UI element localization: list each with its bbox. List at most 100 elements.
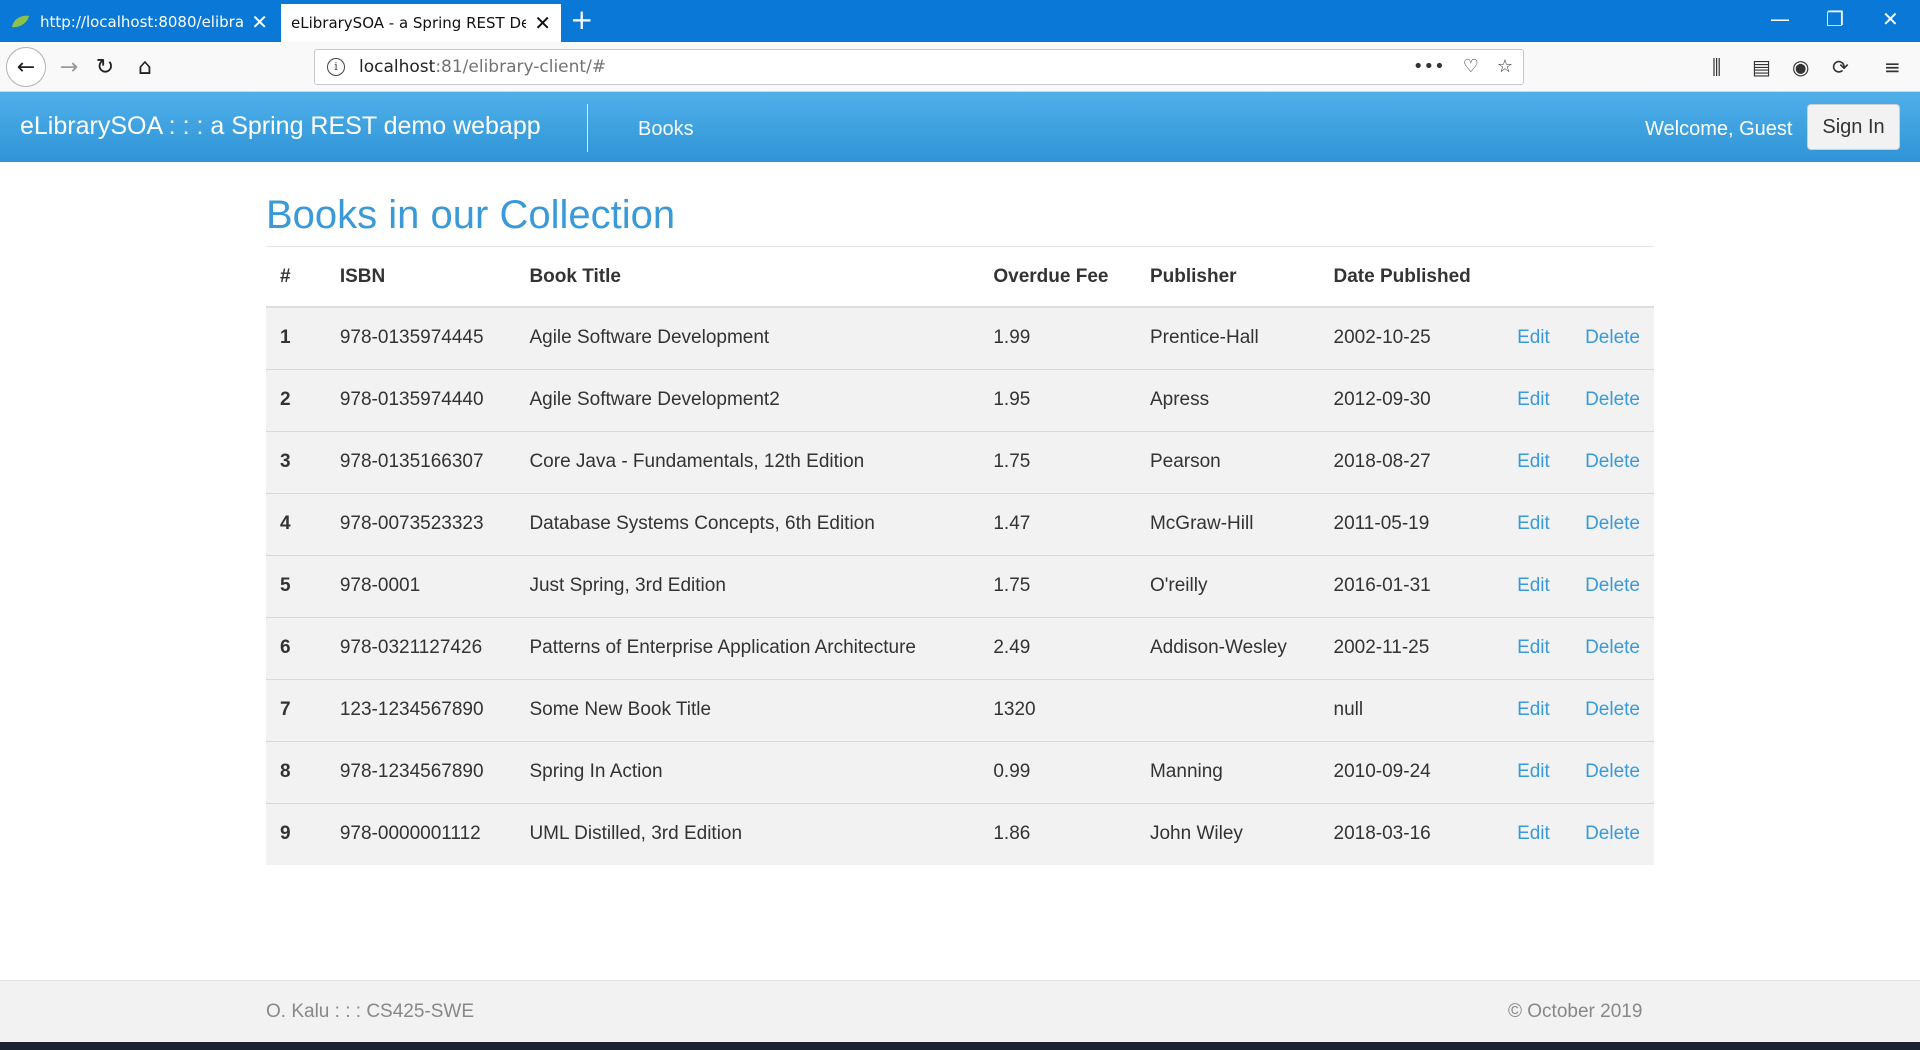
- edit-cell: Edit: [1503, 555, 1572, 618]
- close-tab-icon[interactable]: ✕: [534, 13, 551, 33]
- column-header-edit: [1503, 247, 1572, 308]
- edit-link[interactable]: Edit: [1517, 513, 1550, 534]
- restore-icon[interactable]: ❐: [1826, 7, 1844, 31]
- isbn-cell: 978-0073523323: [325, 493, 516, 556]
- isbn-cell: 978-0321127426: [325, 617, 516, 680]
- edit-link[interactable]: Edit: [1517, 575, 1550, 596]
- close-tab-icon[interactable]: ✕: [251, 12, 268, 32]
- delete-cell: Delete: [1571, 679, 1654, 742]
- edit-link[interactable]: Edit: [1517, 327, 1550, 348]
- bookmark-star-icon[interactable]: ☆: [1497, 56, 1513, 77]
- edit-link[interactable]: Edit: [1517, 389, 1550, 410]
- book-title-cell: Spring In Action: [515, 741, 980, 804]
- delete-link[interactable]: Delete: [1585, 823, 1640, 844]
- edit-cell: Edit: [1503, 431, 1572, 494]
- table-row: 8 978-1234567890 Spring In Action 0.99 Manni…: [266, 741, 1654, 804]
- isbn-cell: 978-0135974445: [325, 307, 516, 370]
- delete-cell: Delete: [1571, 307, 1654, 370]
- table-row: 1 978-0135974445 Agile Software Developmen…: [266, 307, 1654, 370]
- column-header-date: Date Published: [1319, 247, 1504, 308]
- account-icon[interactable]: ◉: [1792, 55, 1809, 79]
- url-bar[interactable]: i localhost:81/elibrary-client/# ••• ♡ ☆: [314, 49, 1524, 85]
- date-published-cell: 2002-10-25: [1319, 307, 1504, 370]
- forward-icon[interactable]: →: [52, 50, 86, 84]
- brand-title[interactable]: eLibrarySOA : : : a Spring REST demo web…: [20, 112, 541, 141]
- book-title-cell: Some New Book Title: [515, 679, 980, 742]
- delete-cell: Delete: [1571, 431, 1654, 494]
- more-icon[interactable]: •••: [1413, 56, 1445, 77]
- date-published-cell: 2011-05-19: [1319, 493, 1504, 556]
- sync-icon[interactable]: ⟳: [1832, 55, 1849, 79]
- edit-link[interactable]: Edit: [1517, 699, 1550, 720]
- overdue-fee-cell: 1.75: [979, 555, 1136, 618]
- row-number: 4: [266, 493, 326, 556]
- overdue-fee-cell: 1320: [979, 679, 1136, 742]
- publisher-cell: [1135, 679, 1320, 742]
- publisher-cell: Pearson: [1135, 431, 1320, 494]
- page-title: Books in our Collection: [266, 193, 676, 237]
- column-header-isbn: ISBN: [325, 247, 516, 308]
- tab-title: http://localhost:8080/elibrary/a: [40, 13, 244, 31]
- delete-link[interactable]: Delete: [1585, 637, 1640, 658]
- edit-link[interactable]: Edit: [1517, 637, 1550, 658]
- row-number: 7: [266, 679, 326, 742]
- pocket-icon[interactable]: ♡: [1463, 56, 1479, 77]
- home-icon[interactable]: ⌂: [128, 50, 162, 84]
- delete-cell: Delete: [1571, 369, 1654, 432]
- publisher-cell: Addison-Wesley: [1135, 617, 1320, 680]
- date-published-cell: 2012-09-30: [1319, 369, 1504, 432]
- reload-icon[interactable]: ↻: [88, 50, 122, 84]
- os-taskbar: [0, 1042, 1920, 1050]
- browser-nav-bar: ← → ↻ ⌂ i localhost:81/elibrary-client/#…: [0, 42, 1920, 92]
- row-number: 5: [266, 555, 326, 618]
- delete-link[interactable]: Delete: [1585, 327, 1640, 348]
- back-icon[interactable]: ←: [6, 47, 46, 87]
- table-header-row: # ISBN Book Title Overdue Fee Publisher …: [266, 247, 1654, 308]
- edit-cell: Edit: [1503, 803, 1572, 865]
- delete-link[interactable]: Delete: [1585, 513, 1640, 534]
- header-divider: [587, 104, 588, 152]
- book-title-cell: Agile Software Development: [515, 307, 980, 370]
- column-header-publisher: Publisher: [1135, 247, 1320, 308]
- close-window-icon[interactable]: ✕: [1882, 7, 1899, 31]
- row-number: 2: [266, 369, 326, 432]
- overdue-fee-cell: 1.86: [979, 803, 1136, 865]
- delete-link[interactable]: Delete: [1585, 389, 1640, 410]
- row-number: 6: [266, 617, 326, 680]
- edit-link[interactable]: Edit: [1517, 451, 1550, 472]
- menu-icon[interactable]: ≡: [1884, 55, 1901, 79]
- footer: O. Kalu : : : CS425-SWE © October 2019: [0, 980, 1920, 1042]
- new-tab-icon[interactable]: +: [570, 6, 593, 34]
- publisher-cell: Manning: [1135, 741, 1320, 804]
- book-title-cell: Just Spring, 3rd Edition: [515, 555, 980, 618]
- delete-link[interactable]: Delete: [1585, 761, 1640, 782]
- library-icon[interactable]: ⫼: [1712, 55, 1721, 79]
- browser-tab-active[interactable]: eLibrarySOA - a Spring REST Demo ✕: [281, 2, 561, 42]
- date-published-cell: null: [1319, 679, 1504, 742]
- edit-cell: Edit: [1503, 679, 1572, 742]
- isbn-cell: 978-0135166307: [325, 431, 516, 494]
- isbn-cell: 123-1234567890: [325, 679, 516, 742]
- info-icon[interactable]: i: [327, 58, 345, 76]
- table-row: 3 978-0135166307 Core Java - Fundamentals,…: [266, 431, 1654, 494]
- sidebar-icon[interactable]: ▤: [1752, 55, 1771, 79]
- browser-tab-inactive[interactable]: http://localhost:8080/elibrary/a ✕: [0, 2, 278, 42]
- delete-cell: Delete: [1571, 803, 1654, 865]
- delete-link[interactable]: Delete: [1585, 575, 1640, 596]
- isbn-cell: 978-0001: [325, 555, 516, 618]
- edit-link[interactable]: Edit: [1517, 823, 1550, 844]
- url-text[interactable]: localhost:81/elibrary-client/#: [359, 57, 606, 77]
- edit-link[interactable]: Edit: [1517, 761, 1550, 782]
- nav-books-link[interactable]: Books: [638, 118, 694, 141]
- footer-copyright: © October 2019: [1508, 1001, 1643, 1022]
- delete-link[interactable]: Delete: [1585, 451, 1640, 472]
- minimize-icon[interactable]: —: [1770, 7, 1790, 31]
- sign-in-button[interactable]: Sign In: [1807, 104, 1900, 150]
- delete-link[interactable]: Delete: [1585, 699, 1640, 720]
- delete-cell: Delete: [1571, 741, 1654, 804]
- publisher-cell: O'reilly: [1135, 555, 1320, 618]
- date-published-cell: 2018-03-16: [1319, 803, 1504, 865]
- delete-cell: Delete: [1571, 555, 1654, 618]
- date-published-cell: 2018-08-27: [1319, 431, 1504, 494]
- date-published-cell: 2002-11-25: [1319, 617, 1504, 680]
